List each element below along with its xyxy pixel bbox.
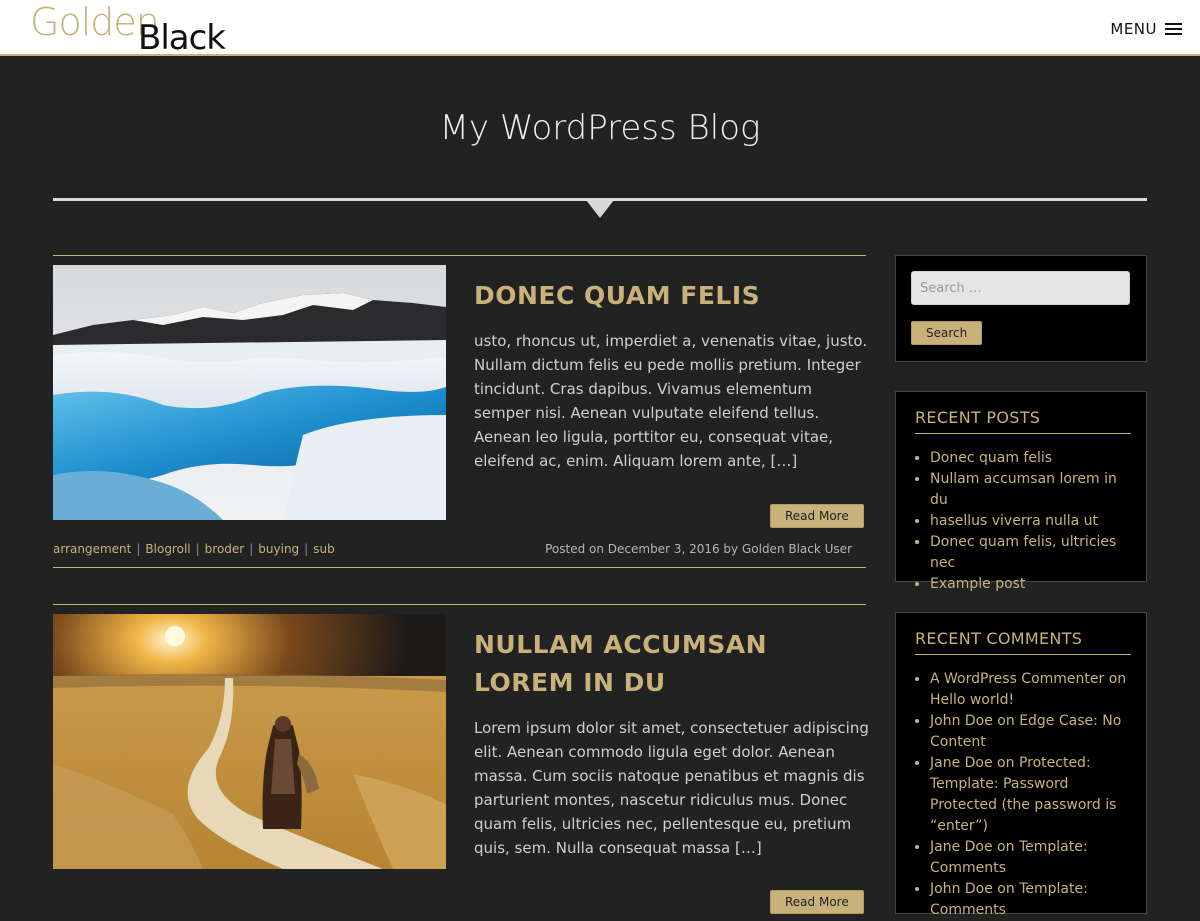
recent-comment-link[interactable]: Jane Doe on Protected: Template: Passwor… (930, 755, 1116, 834)
list-item: Nullam accumsan lorem in du (930, 469, 1135, 511)
recent-post-link[interactable]: Nullam accumsan lorem in du (930, 471, 1117, 508)
menu-label: MENU (1110, 20, 1157, 38)
recent-post-link[interactable]: Donec quam felis (930, 450, 1052, 466)
recent-posts-title: RECENT POSTS (915, 408, 1131, 434)
list-item: Example post (930, 574, 1135, 595)
recent-post-link[interactable]: Donec quam felis, ultricies nec (930, 534, 1116, 571)
tag-link[interactable]: Blogroll (145, 542, 190, 556)
site-title: My WordPress Blog (439, 108, 761, 148)
list-item: hasellus viverra nulla ut (930, 511, 1135, 532)
tag-link[interactable]: sub (313, 542, 334, 556)
post-thumbnail-glacier[interactable] (53, 265, 446, 520)
recent-posts-widget: RECENT POSTS Donec quam felis Nullam acc… (895, 391, 1147, 592)
recent-comment-link[interactable]: A WordPress Commenter on Hello world! (930, 671, 1126, 708)
list-item: John Doe on Template: Comments (930, 879, 1135, 921)
hamburger-icon (1165, 23, 1182, 35)
post-title[interactable]: DONEC QUAM FELIS (474, 277, 866, 315)
recent-comment-link[interactable]: John Doe on Edge Case: No Content (930, 713, 1121, 750)
list-item: Donec quam felis (930, 448, 1135, 469)
post-excerpt: usto, rhoncus ut, imperdiet a, venenatis… (474, 329, 869, 473)
recent-comment-link[interactable]: Jane Doe on Template: Comments (930, 839, 1088, 876)
post-bottom-divider (53, 567, 866, 568)
post-card: DONEC QUAM FELIS usto, rhoncus ut, imper… (53, 255, 869, 568)
menu-button[interactable]: MENU (1110, 18, 1182, 40)
list-item: Jane Doe on Protected: Template: Passwor… (930, 753, 1135, 837)
list-item: John Doe on Edge Case: No Content (930, 711, 1135, 753)
recent-post-link[interactable]: Example post (930, 576, 1025, 592)
logo-black-text: Black (138, 18, 226, 58)
post-excerpt: Lorem ipsum dolor sit amet, consectetuer… (474, 716, 869, 860)
tag-link[interactable]: broder (205, 542, 245, 556)
post-excerpt-text: Lorem ipsum dolor sit amet, consectetuer… (474, 719, 869, 857)
post-thumbnail-road[interactable] (53, 614, 446, 869)
search-widget: Search … Search (895, 255, 1147, 362)
post-card: NULLAM ACCUMSAN LOREM IN DU Lorem ipsum … (53, 604, 869, 914)
list-item: A WordPress Commenter on Hello world! (930, 669, 1135, 711)
search-button[interactable]: Search (911, 321, 983, 345)
post-more-link[interactable]: […] (770, 452, 797, 470)
tag-link[interactable]: buying (258, 542, 299, 556)
post-title[interactable]: NULLAM ACCUMSAN LOREM IN DU (474, 626, 866, 702)
divider-arrow-icon (586, 200, 614, 218)
site-logo[interactable]: Golden Black (30, 0, 230, 58)
post-meta-posted: Posted on December 3, 2016 by Golden Bla… (545, 542, 852, 556)
read-more-button[interactable]: Read More (770, 504, 864, 528)
read-more-button[interactable]: Read More (770, 890, 864, 914)
tag-link[interactable]: arrangement (53, 542, 131, 556)
list-item: Jane Doe on Template: Comments (930, 837, 1135, 879)
post-tags: arrangement | Blogroll | broder | buying | sub (53, 542, 335, 556)
recent-post-link[interactable]: hasellus viverra nulla ut (930, 513, 1098, 529)
recent-comments-list: A WordPress Commenter on Hello world! Jo… (915, 669, 1135, 921)
search-input[interactable]: Search … (911, 271, 1130, 305)
site-header: Golden Black MENU (0, 0, 1200, 58)
recent-posts-list: Donec quam felis Nullam accumsan lorem i… (915, 448, 1135, 595)
recent-comments-title: RECENT COMMENTS (915, 629, 1131, 655)
post-more-link[interactable]: […] (735, 839, 762, 857)
recent-comments-widget: RECENT COMMENTS A WordPress Commenter on… (895, 612, 1147, 918)
list-item: Donec quam felis, ultricies nec (930, 532, 1135, 574)
post-excerpt-text: usto, rhoncus ut, imperdiet a, venenatis… (474, 332, 868, 470)
